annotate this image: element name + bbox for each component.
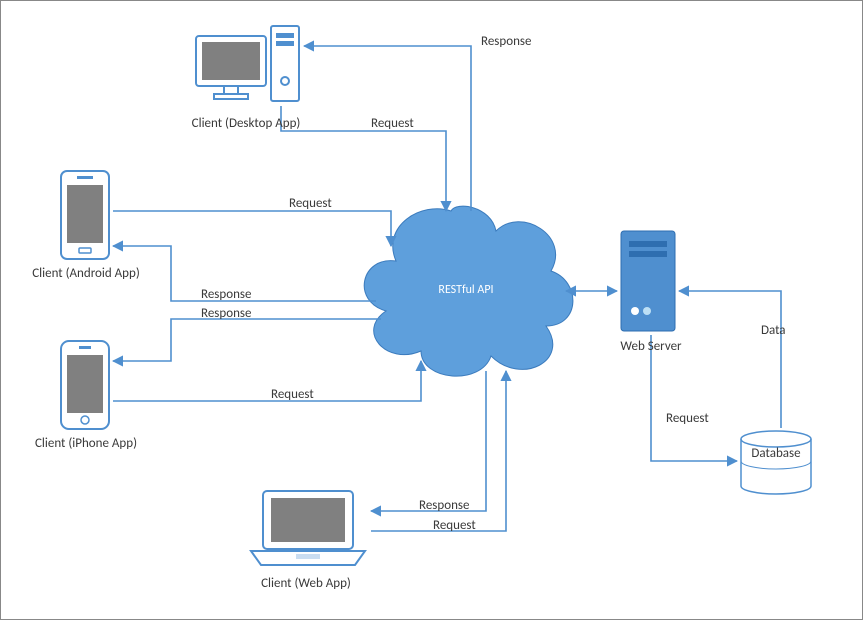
label-android-request: Request	[289, 196, 332, 211]
diagram-svg	[1, 1, 862, 619]
label-desktop-response: Response	[481, 34, 531, 49]
web-caption: Client (Web App)	[226, 576, 386, 591]
edge-iphone-response	[113, 319, 381, 361]
label-server-request: Request	[666, 411, 709, 426]
label-desktop-request: Request	[371, 116, 414, 131]
cloud-label: RESTful API	[386, 283, 546, 297]
edge-android-request	[113, 211, 391, 246]
edge-iphone-request	[113, 361, 421, 401]
diagram-canvas: RESTful API Client (Desktop App) Client …	[0, 0, 863, 620]
database-caption: Database	[741, 446, 811, 461]
android-icon	[61, 171, 109, 259]
label-android-response: Response	[201, 287, 251, 302]
server-caption: Web Server	[571, 339, 731, 354]
server-icon	[621, 231, 675, 331]
edge-server-data	[679, 291, 781, 428]
desktop-caption: Client (Desktop App)	[166, 116, 326, 131]
label-iphone-response: Response	[201, 306, 251, 321]
desktop-icon	[196, 26, 299, 101]
label-web-response: Response	[419, 498, 469, 513]
edge-web-response	[371, 371, 486, 511]
iphone-caption: Client (iPhone App)	[6, 436, 166, 451]
label-server-data: Data	[761, 323, 786, 338]
label-web-request: Request	[433, 518, 476, 533]
database-icon	[741, 431, 811, 494]
label-iphone-request: Request	[271, 387, 314, 402]
laptop-icon	[251, 491, 365, 565]
android-caption: Client (Android App)	[6, 266, 166, 281]
iphone-icon	[61, 341, 109, 429]
